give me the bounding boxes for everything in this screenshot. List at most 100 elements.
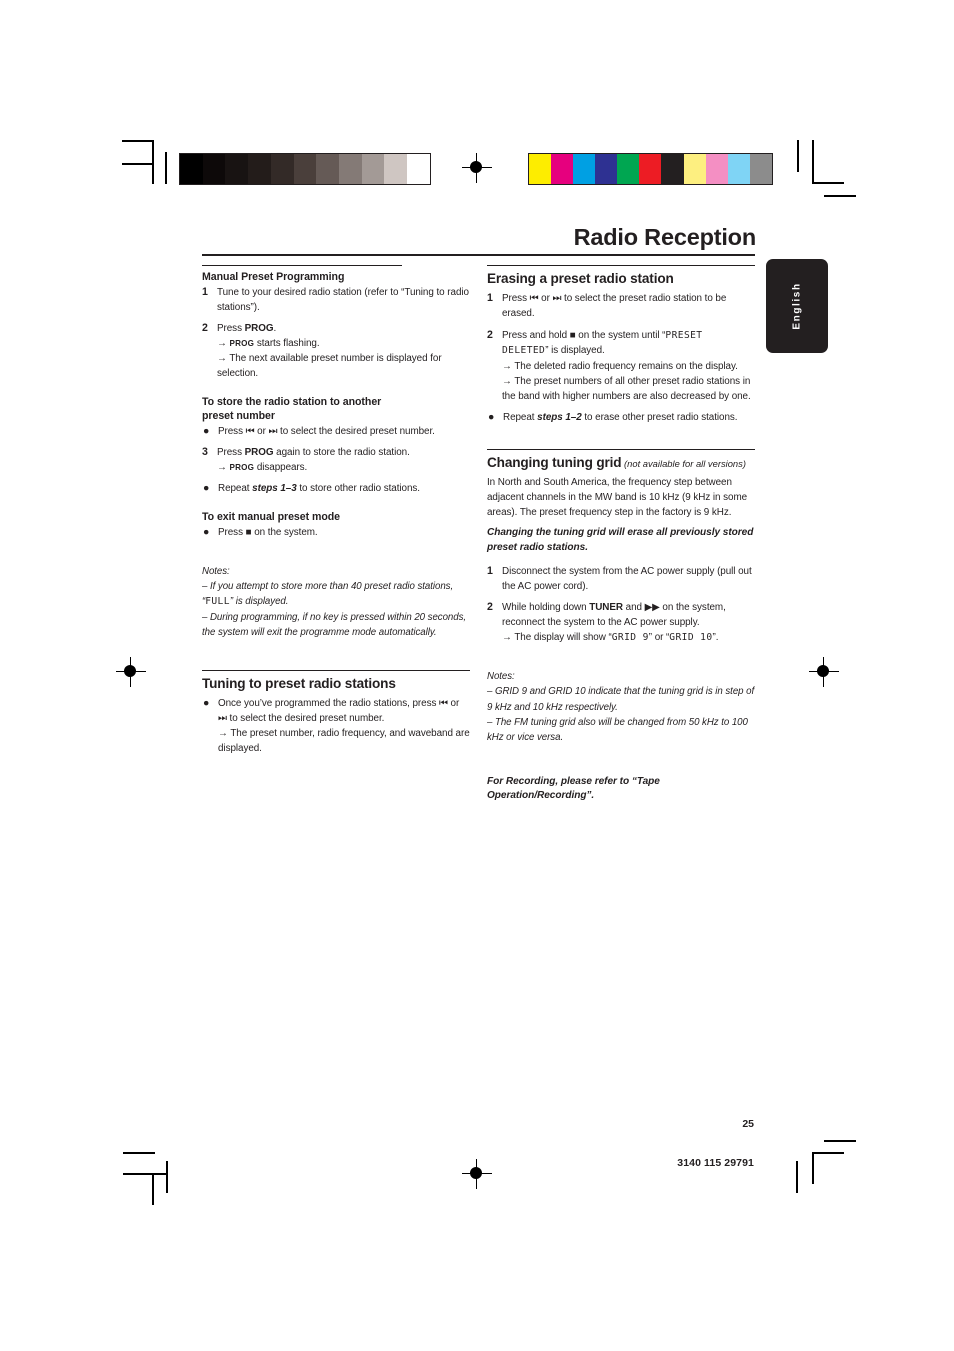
step-text: Press ⏮ or ⏭ to select the preset radio …	[502, 291, 755, 321]
note-item: – During programming, if no key is press…	[202, 611, 467, 638]
color-swatch	[661, 154, 684, 184]
result-text: → The next available preset number is di…	[217, 353, 442, 380]
text-fragment: While holding down	[502, 601, 590, 613]
gray-swatch	[293, 154, 317, 184]
bullet-text: Repeat steps 1–3 to store other radio st…	[218, 481, 470, 496]
step-number: 2	[487, 600, 493, 613]
right-column: Erasing a preset radio station 1 Press ⏮…	[487, 265, 755, 812]
lcd-text-grid-10: GRID 10	[669, 631, 713, 643]
heading-exit-manual-preset-mode: To exit manual preset mode	[202, 510, 341, 523]
button-name-tuner: TUNER	[589, 601, 623, 613]
note-item: – GRID 9 and GRID 10 indicate that the t…	[487, 686, 755, 713]
heading-store-another-preset-l1: To store the radio station to another	[202, 396, 382, 409]
paragraph-tuning-grid: In North and South America, the frequenc…	[487, 477, 748, 519]
step-text: Press and hold ■ on the system until “PR…	[502, 328, 755, 404]
text-fragment: or	[254, 425, 269, 437]
text-fragment: disappears.	[254, 461, 308, 473]
crop-mark	[812, 182, 844, 184]
step-text: Press PROG. → PROG starts flashing. → Th…	[217, 321, 470, 381]
step-number: 2	[202, 322, 208, 335]
crop-mark	[812, 1152, 814, 1184]
warning-text: Changing the tuning grid will erase all …	[487, 527, 754, 554]
result-text: → The display will show “	[502, 631, 612, 643]
text-fragment: Repeat	[218, 482, 253, 494]
button-name-prog: PROG	[244, 323, 274, 335]
result-text: → The deleted radio frequency remains on…	[502, 360, 738, 372]
button-name-prog: PROG	[244, 446, 274, 458]
crop-mark	[122, 140, 154, 142]
text-fragment: Press	[218, 526, 246, 538]
crop-mark	[797, 140, 799, 172]
grayscale-calibration-bar	[179, 153, 431, 185]
bullet-text: Press ■ on the system.	[218, 525, 470, 540]
registration-mark-right	[809, 657, 839, 687]
notes-label: Notes:	[202, 565, 230, 577]
text-fragment: starts flashing.	[254, 338, 320, 350]
text-fragment: Press	[217, 323, 245, 335]
fast-forward-icon: ▶▶	[644, 601, 660, 613]
notes-block: Notes: – If you attempt to store more th…	[202, 564, 470, 640]
heading-text: Changing tuning grid	[487, 455, 622, 471]
bullet-text: Repeat steps 1–2 to erase other preset r…	[503, 410, 755, 425]
text-fragment: to store other radio stations.	[296, 482, 420, 494]
document-code: 3140 115 29791	[677, 1157, 754, 1169]
title-rule	[202, 254, 755, 257]
heading-qualifier: (not available for all versions)	[621, 458, 746, 470]
display-indicator-prog: PROG	[229, 339, 255, 349]
text-fragment: on the system until “	[575, 329, 666, 341]
text-fragment: Press	[502, 293, 530, 305]
heading-tuning-to-preset-radio-stations: Tuning to preset radio stations	[202, 676, 396, 692]
arrow-icon: →	[217, 338, 230, 350]
gray-swatch	[270, 154, 294, 184]
next-track-icon: ⏭	[218, 713, 227, 725]
step-item: 1 Tune to your desired radio station (re…	[202, 285, 470, 315]
language-tab: English	[766, 259, 828, 353]
crop-mark	[166, 1161, 168, 1193]
text-fragment: again to store the radio station.	[273, 446, 410, 458]
section-rule	[487, 265, 755, 267]
language-tab-label: English	[791, 282, 803, 330]
bullet-icon: ●	[203, 525, 210, 538]
color-swatch	[639, 154, 662, 184]
result-text: → The preset number, radio frequency, an…	[218, 728, 470, 755]
bullet-item: ● Once you’ve programmed the radio stati…	[202, 696, 470, 756]
bullet-item: ● Press ■ on the system.	[202, 525, 470, 540]
color-calibration-bar	[528, 153, 773, 185]
gray-swatch	[361, 154, 385, 184]
gray-swatch	[248, 154, 271, 184]
crop-mark	[123, 1173, 167, 1175]
next-track-icon: ⏭	[552, 293, 562, 305]
text-fragment: Press	[217, 446, 245, 458]
bullet-item: ● Repeat steps 1–3 to store other radio …	[202, 481, 470, 496]
crop-mark	[165, 152, 167, 184]
step-number: 1	[202, 286, 208, 299]
bullet-text: Press ⏮ or ⏭ to select the desired prese…	[218, 424, 470, 439]
crop-mark	[812, 1152, 844, 1154]
color-swatch	[529, 154, 552, 184]
prev-track-icon: ⏮	[439, 698, 448, 710]
notes-label: Notes:	[487, 671, 515, 683]
section-rule	[202, 265, 402, 267]
left-column: Manual Preset Programming 1 Tune to your…	[202, 265, 470, 762]
gray-swatch	[180, 154, 203, 184]
gray-swatch	[225, 154, 249, 184]
text-fragment: Repeat	[503, 411, 538, 423]
text-fragment: on the system.	[251, 526, 318, 538]
text-fragment: ” or “	[648, 631, 670, 643]
section-rule	[202, 669, 470, 672]
result-text: → The preset numbers of all other preset…	[502, 375, 751, 402]
crop-mark	[812, 140, 814, 184]
recording-reference-note: For Recording, please refer to “Tape Ope…	[487, 775, 660, 802]
text-fragment: Press	[218, 425, 246, 437]
text-fragment: ” is displayed.	[545, 345, 605, 357]
step-text: Press PROG again to store the radio stat…	[217, 445, 470, 475]
registration-mark-left	[116, 657, 146, 687]
note-item: – The FM tuning grid also will be change…	[487, 716, 748, 743]
gray-swatch	[407, 154, 430, 184]
display-indicator-prog: PROG	[229, 462, 255, 472]
registration-mark-top	[462, 153, 492, 183]
color-swatch	[617, 154, 640, 184]
crop-mark	[152, 1173, 154, 1205]
text-fragment: Once you’ve programmed the radio station…	[218, 698, 440, 710]
step-item: 2 While holding down TUNER and ▶▶ on the…	[487, 600, 755, 646]
